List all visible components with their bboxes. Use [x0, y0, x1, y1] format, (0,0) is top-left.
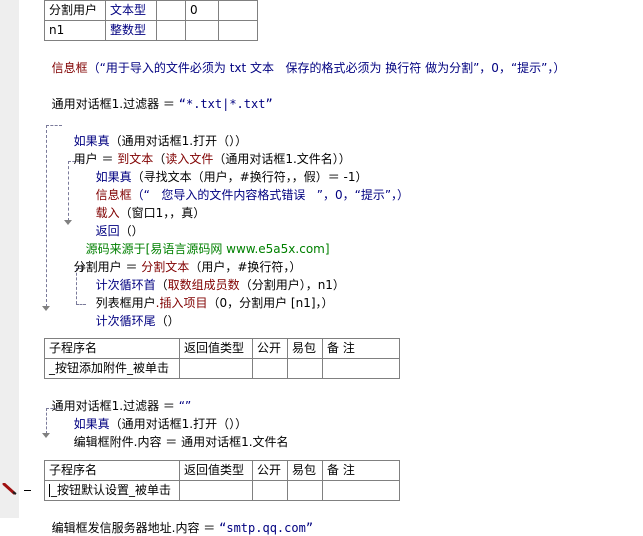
table-row[interactable]: _按钮添加附件_被单击	[44, 358, 400, 379]
flow-line	[46, 408, 62, 409]
table-row[interactable]: 分割用户 文本型 0	[44, 0, 258, 21]
code-line-attachment[interactable]: 编辑框附件.内容 ＝ 通用对话框1.文件名	[66, 418, 289, 450]
table-row[interactable]: _按钮默认设置_被单击	[44, 480, 400, 501]
remark-cell[interactable]	[322, 480, 400, 501]
table-header-row: 子程序名 返回值类型 公开 易包 备 注	[44, 460, 400, 481]
flow-line	[46, 408, 47, 434]
var-array-cell[interactable]	[185, 20, 219, 41]
header-easy-pack: 易包	[287, 460, 323, 481]
variable-table: 分割用户 文本型 0 n1 整数型	[44, 0, 258, 41]
table-row[interactable]: n1 整数型	[44, 20, 258, 41]
code-line-msgbox[interactable]: 信息框（“用于导入的文件必须为 txt 文本 保存的格式必须为 换行符 做为分割…	[44, 44, 566, 76]
header-easy-pack: 易包	[287, 338, 323, 359]
code-operator: ＝	[199, 521, 220, 535]
flow-arrow-icon	[42, 433, 50, 438]
code-args: （“用于导入的文件必须为 txt 文本 保存的格式必须为 换行符 做为分割”，0…	[87, 61, 566, 75]
easy-pack-cell[interactable]	[287, 480, 323, 501]
code-object: 编辑框发信服务器地址	[51, 521, 172, 535]
code-command: 信息框	[51, 61, 88, 75]
public-cell[interactable]	[252, 358, 288, 379]
var-static-cell[interactable]	[156, 0, 186, 21]
sub-name-cell[interactable]: _按钮添加附件_被单击	[44, 358, 180, 379]
code-property: .过滤器	[119, 97, 160, 111]
header-return-type: 返回值类型	[179, 460, 253, 481]
header-public: 公开	[252, 338, 288, 359]
code-line-smtp[interactable]: 编辑框发信服务器地址.内容 ＝ “smtp.qq.com”	[44, 504, 313, 536]
header-remark: 备 注	[322, 338, 400, 359]
code-string: “*.txt|*.txt”	[178, 97, 273, 111]
flow-line	[76, 304, 86, 305]
var-name-cell[interactable]: 分割用户	[44, 0, 106, 21]
remark-cell[interactable]	[322, 358, 400, 379]
code-line-filter[interactable]: 通用对话框1.过滤器 ＝ “*.txt|*.txt”	[44, 80, 273, 112]
return-type-cell[interactable]	[179, 358, 253, 379]
header-public: 公开	[252, 460, 288, 481]
easy-pack-cell[interactable]	[287, 358, 323, 379]
var-array-cell[interactable]: 0	[185, 0, 219, 21]
sub-name-text: _按钮默认设置_被单击	[51, 483, 172, 497]
flow-line	[46, 125, 62, 126]
header-return-type: 返回值类型	[179, 338, 253, 359]
flow-line	[68, 161, 69, 221]
flow-arrow-icon	[64, 220, 72, 225]
code-property: .内容	[171, 521, 200, 535]
text-cursor	[49, 484, 50, 497]
header-remark: 备 注	[322, 460, 400, 481]
public-cell[interactable]	[252, 480, 288, 501]
var-name-cell[interactable]: n1	[44, 20, 106, 41]
subroutine-table: 子程序名 返回值类型 公开 易包 备 注 _按钮添加附件_被单击	[44, 338, 400, 379]
var-static-cell[interactable]	[156, 20, 186, 41]
code-object: 通用对话框1	[51, 97, 120, 111]
current-line-marker	[24, 490, 31, 491]
code-args: （0，分割用户 [n1]，）	[207, 296, 334, 310]
var-remark-cell[interactable]	[218, 0, 258, 21]
code-args: （）	[155, 314, 180, 328]
flow-line	[46, 125, 47, 307]
breakpoint-pencil-icon[interactable]	[2, 482, 20, 495]
var-remark-cell[interactable]	[218, 20, 258, 41]
subroutine-table: 子程序名 返回值类型 公开 易包 备 注 _按钮默认设置_被单击	[44, 460, 400, 501]
code-operator: ＝	[159, 97, 179, 111]
code-line-loop-end[interactable]: 计次循环尾（）	[88, 297, 180, 329]
return-type-cell[interactable]	[179, 480, 253, 501]
code-statement: 编辑框附件.内容 ＝ 通用对话框1.文件名	[73, 435, 289, 449]
header-sub-name: 子程序名	[44, 460, 180, 481]
flow-arrow-icon	[42, 306, 50, 311]
header-sub-name: 子程序名	[44, 338, 180, 359]
editor-gutter	[0, 0, 19, 518]
code-keyword: 计次循环尾	[95, 314, 156, 328]
code-string: “smtp.qq.com”	[219, 521, 314, 535]
table-header-row: 子程序名 返回值类型 公开 易包 备 注	[44, 338, 400, 359]
sub-name-cell[interactable]: _按钮默认设置_被单击	[44, 480, 180, 501]
var-type-cell[interactable]: 文本型	[105, 0, 157, 21]
var-type-cell[interactable]: 整数型	[105, 20, 157, 41]
